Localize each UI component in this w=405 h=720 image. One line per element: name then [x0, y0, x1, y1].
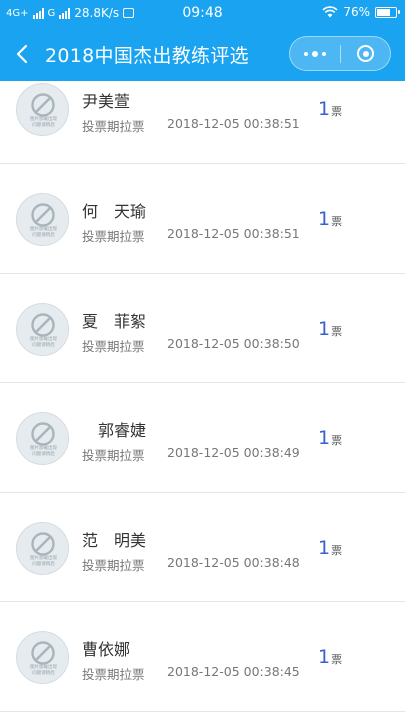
vote-source: 投票期拉票 — [82, 338, 145, 354]
vote-source: 投票期拉票 — [82, 229, 145, 244]
vote-count: 1票 — [318, 98, 342, 120]
vote-time: 2018-12-05 00:38:49 — [167, 445, 300, 461]
avatar-placeholder-text: 图片加载出现 问题请稍后 — [30, 446, 57, 458]
avatar: 图片加载出现 问题请稍后 — [16, 302, 69, 356]
image-broken-icon — [31, 203, 55, 227]
vote-number: 1 — [318, 536, 331, 559]
vote-source: 投票期拉票 — [82, 557, 145, 573]
vote-count: 1票 — [318, 318, 342, 340]
vote-time: 2018-12-05 00:38:45 — [167, 664, 300, 680]
avatar-placeholder-text: 图片加载出现 问题请稍后 — [30, 336, 57, 348]
vote-number: 1 — [318, 427, 331, 450]
avatar: 图片加载出现 问题请稍后 — [16, 193, 69, 246]
vote-count: 1票 — [318, 208, 342, 230]
image-broken-icon — [31, 532, 55, 556]
vote-number: 1 — [318, 646, 331, 669]
vote-number: 1 — [318, 98, 331, 120]
vote-number: 1 — [318, 208, 331, 230]
candidate-name: 曹依娜 — [82, 640, 131, 660]
image-broken-icon — [31, 93, 55, 117]
vote-unit: 票 — [331, 215, 343, 228]
candidate-name: 何 天瑜 — [82, 202, 147, 221]
vote-count: 1票 — [318, 427, 342, 449]
avatar: 图片加载出现 问题请稍后 — [16, 412, 69, 466]
vote-time: 2018-12-05 00:38:48 — [167, 554, 300, 570]
vote-number: 1 — [318, 317, 331, 340]
vote-time: 2018-12-05 00:38:50 — [167, 335, 300, 351]
avatar-placeholder-text: 图片加载出现 问题请稍后 — [30, 555, 57, 567]
vote-count: 1票 — [318, 646, 342, 668]
avatar-placeholder-text: 图片加载出现 问题请稍后 — [30, 665, 57, 677]
vote-record-list: 图片加载出现 问题请稍后 尹美萱 投票期拉票 2018-12-05 00:38:5… — [0, 54, 405, 712]
list-item[interactable]: 图片加载出现 问题请稍后 曹依娜 投票期拉票 2018-12-05 00:38:4… — [0, 602, 405, 712]
screen: 4G+ G 28.8K/s 09:48 76% 2018中国杰出教练评选 图片加… — [0, 0, 405, 720]
vote-source: 投票期拉票 — [82, 448, 145, 464]
status-bar: 4G+ G 28.8K/s 09:48 76% — [0, 0, 405, 28]
list-item[interactable]: 图片加载出现 问题请稍后 尹美萱 投票期拉票 2018-12-05 00:38:5… — [0, 54, 405, 164]
vote-unit: 票 — [331, 324, 343, 338]
battery-icon — [375, 6, 400, 18]
wifi-icon — [322, 6, 338, 18]
vote-unit: 票 — [331, 543, 343, 557]
image-broken-icon — [31, 312, 55, 337]
vote-unit: 票 — [331, 653, 343, 667]
list-item[interactable]: 图片加载出现 问题请稍后 夏 菲絮 投票期拉票 2018-12-05 00:38:… — [0, 274, 405, 384]
status-right: 76% — [322, 5, 400, 19]
candidate-name: 夏 菲絮 — [82, 311, 147, 331]
candidate-name: 范 明美 — [82, 530, 147, 550]
list-item[interactable]: 图片加载出现 问题请稍后 何 天瑜 投票期拉票 2018-12-05 00:38:… — [0, 164, 405, 274]
list-item[interactable]: 图片加载出现 问题请稍后 范 明美 投票期拉票 2018-12-05 00:38:… — [0, 493, 405, 603]
avatar-placeholder-text: 图片加载出现 问题请稍后 — [30, 227, 57, 238]
vote-unit: 票 — [331, 105, 343, 118]
battery-percent: 76% — [343, 5, 370, 19]
candidate-name: 郭睿婕 — [82, 421, 147, 441]
vote-count: 1票 — [318, 537, 342, 559]
vote-time: 2018-12-05 00:38:51 — [167, 116, 300, 131]
avatar: 图片加载出现 问题请稍后 — [16, 631, 69, 685]
candidate-name: 尹美萱 — [82, 92, 131, 111]
vote-unit: 票 — [331, 434, 343, 448]
avatar: 图片加载出现 问题请稍后 — [16, 521, 69, 575]
vote-source: 投票期拉票 — [82, 667, 145, 683]
avatar-placeholder-text: 图片加载出现 问题请稍后 — [30, 117, 57, 128]
vote-time: 2018-12-05 00:38:51 — [167, 226, 300, 241]
image-broken-icon — [31, 422, 55, 446]
vote-source: 投票期拉票 — [82, 119, 145, 134]
avatar: 图片加载出现 问题请稍后 — [16, 83, 69, 136]
image-broken-icon — [31, 641, 55, 666]
list-item[interactable]: 图片加载出现 问题请稍后 郭睿婕 投票期拉票 2018-12-05 00:38:4… — [0, 383, 405, 493]
